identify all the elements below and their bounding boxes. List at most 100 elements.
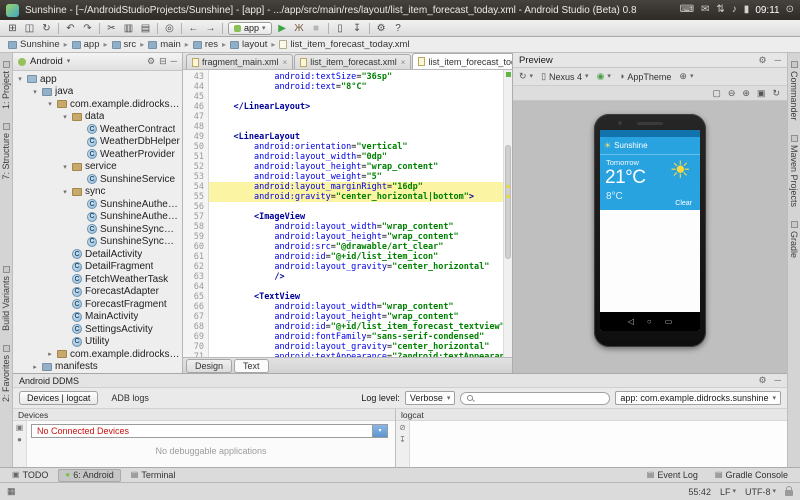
sdk-manager-icon[interactable]: ↧ [349,21,366,36]
encoding-selector[interactable]: UTF-8 ▾ [745,487,776,497]
tree-item[interactable]: CSettingsActivity [13,323,182,336]
chevron-down-icon[interactable]: ▾ [61,188,69,196]
toolwindow-switcher-icon[interactable]: ▦ [7,486,16,497]
device-selector[interactable]: No Connected Devices ▾ [31,424,388,438]
api-level-dropdown[interactable]: ◉▾ [597,72,611,81]
editor-tab[interactable]: fragment_main.xml× [186,54,293,69]
clear-logcat-icon[interactable]: ⊘ [399,424,406,432]
screen-record-icon[interactable]: ● [17,436,22,444]
breadcrumb-item[interactable]: app [72,39,100,50]
line-ending-selector[interactable]: LF ▾ [720,487,736,497]
code-line[interactable]: android:id="@+id/list_item_icon" [213,252,512,262]
code-line[interactable]: <ImageView [213,212,512,222]
logcat-search-field[interactable] [460,392,610,405]
tree-item[interactable]: CDetailActivity [13,248,182,261]
hide-panel-icon[interactable]: ─ [775,56,781,65]
tree-item[interactable]: CForecastAdapter [13,286,182,299]
tool-maven-projects[interactable]: Maven Projects [789,135,799,207]
code-line[interactable]: android:src="@drawable/art_clear" [213,242,512,252]
scrollbar-thumb[interactable] [505,145,511,260]
avd-manager-icon[interactable]: ▯ [332,21,349,36]
network-icon[interactable]: ⇅ [716,5,724,15]
settings-icon[interactable]: ⚙ [759,376,767,385]
back-icon[interactable]: ← [185,21,202,36]
code-line[interactable]: android:layout_height="wrap_content" [213,312,512,322]
tool-gradle[interactable]: Gradle [789,221,799,258]
tree-item[interactable]: CWeatherProvider [13,148,182,161]
settings-icon[interactable]: ⚙ [147,56,155,66]
clock[interactable]: 09:11 [755,5,779,16]
tool-favorites[interactable]: 2: Favorites [1,345,11,402]
locale-dropdown[interactable]: ⊕▾ [679,72,693,81]
breadcrumb-item[interactable]: res [193,39,218,50]
tool-android[interactable]: ●6: Android [58,469,120,482]
settings-icon[interactable]: ⚙ [759,56,767,65]
zoom-out-icon[interactable]: ⊖ [728,89,736,98]
debug-icon[interactable]: Ж [291,21,308,36]
tree-item[interactable]: ▾data [13,111,182,124]
tool-event-log[interactable]: ▤Event Log [640,469,705,482]
tree-item[interactable]: CSunshineAuthenticatorService [13,211,182,224]
mail-icon[interactable]: ✉ [701,5,709,15]
sync-files-icon[interactable]: ↻ [38,21,55,36]
tree-item[interactable]: ▾app [13,73,182,86]
orientation-dropdown[interactable]: ↻▾ [519,72,533,81]
cut-icon[interactable]: ✂ [103,21,120,36]
variations-icon[interactable]: ▢ [712,89,721,98]
code-area[interactable]: 4344454647484950515253545556575859606162… [183,70,512,357]
tree-item[interactable]: CForecastFragment [13,298,182,311]
chevron-down-icon[interactable]: ▾ [61,163,69,171]
open-file-icon[interactable]: ⊞ [4,21,21,36]
code-line[interactable]: android:id="@+id/list_item_forecast_text… [213,322,512,332]
code-line[interactable] [213,112,512,122]
tree-item[interactable]: CMainActivity [13,311,182,324]
close-icon[interactable]: × [283,58,288,67]
zoom-in-icon[interactable]: ⊕ [742,89,750,98]
tree-item[interactable]: ▾java [13,86,182,99]
editor-scrollbar[interactable] [503,70,512,357]
tree-item[interactable]: ▾service [13,161,182,174]
device-selector-arrow[interactable]: ▾ [372,425,387,437]
chevron-down-icon[interactable]: ▾ [46,100,54,108]
chevron-down-icon[interactable]: ▾ [61,113,69,121]
editor-code[interactable]: android:textSize="36sp" android:text="8°… [209,70,512,357]
code-line[interactable]: android:orientation="vertical" [213,142,512,152]
code-line[interactable]: android:layout_height="wrap_content" [213,232,512,242]
code-line[interactable]: <LinearLayout [213,132,512,142]
code-line[interactable]: /> [213,272,512,282]
code-line[interactable] [213,122,512,132]
editor-tab[interactable]: list_item_forecast.xml× [294,54,411,69]
tree-item[interactable]: CSunshineSyncService [13,236,182,249]
save-all-icon[interactable]: ◫ [21,21,38,36]
caret-position[interactable]: 55:42 [688,487,711,497]
undo-icon[interactable]: ↶ [62,21,79,36]
tool-todo[interactable]: ▣TODO [5,469,55,482]
code-line[interactable]: <TextView [213,292,512,302]
tree-item[interactable]: ▸com.example.didrocks.sunshine [13,348,182,361]
code-line[interactable]: android:layout_width="wrap_content" [213,302,512,312]
breadcrumb-item[interactable]: layout [230,39,267,50]
theme-dropdown[interactable]: ◑AppTheme [619,72,671,82]
help-icon[interactable]: ? [390,21,407,36]
code-line[interactable]: android:layout_weight="5" [213,172,512,182]
breadcrumb-item[interactable]: main [148,39,181,50]
forward-icon[interactable]: → [202,21,219,36]
breadcrumb-item[interactable]: src [112,39,137,50]
project-view-selector[interactable]: Android [30,56,63,67]
code-line[interactable]: android:textAppearance="?android:textApp… [213,352,512,357]
code-line[interactable]: android:layout_gravity="center_horizonta… [213,342,512,352]
tool-structure[interactable]: 7: Structure [1,123,11,180]
run-icon[interactable]: ▶ [274,21,291,36]
tree-item[interactable]: ▾com.example.didrocks.sunshine [13,98,182,111]
hide-panel-icon[interactable]: ─ [775,376,781,385]
code-line[interactable] [213,92,512,102]
chevron-down-icon[interactable]: ▾ [31,88,39,96]
tree-item[interactable]: ▾sync [13,186,182,199]
code-line[interactable] [213,282,512,292]
search-input[interactable] [477,393,603,403]
code-line[interactable]: android:gravity="center_horizontal|botto… [209,192,512,202]
tree-item[interactable]: CWeatherContract [13,123,182,136]
power-icon[interactable]: ⊙ [786,5,794,15]
chevron-right-icon[interactable]: ▸ [31,363,39,371]
code-line[interactable]: </LinearLayout> [213,102,512,112]
